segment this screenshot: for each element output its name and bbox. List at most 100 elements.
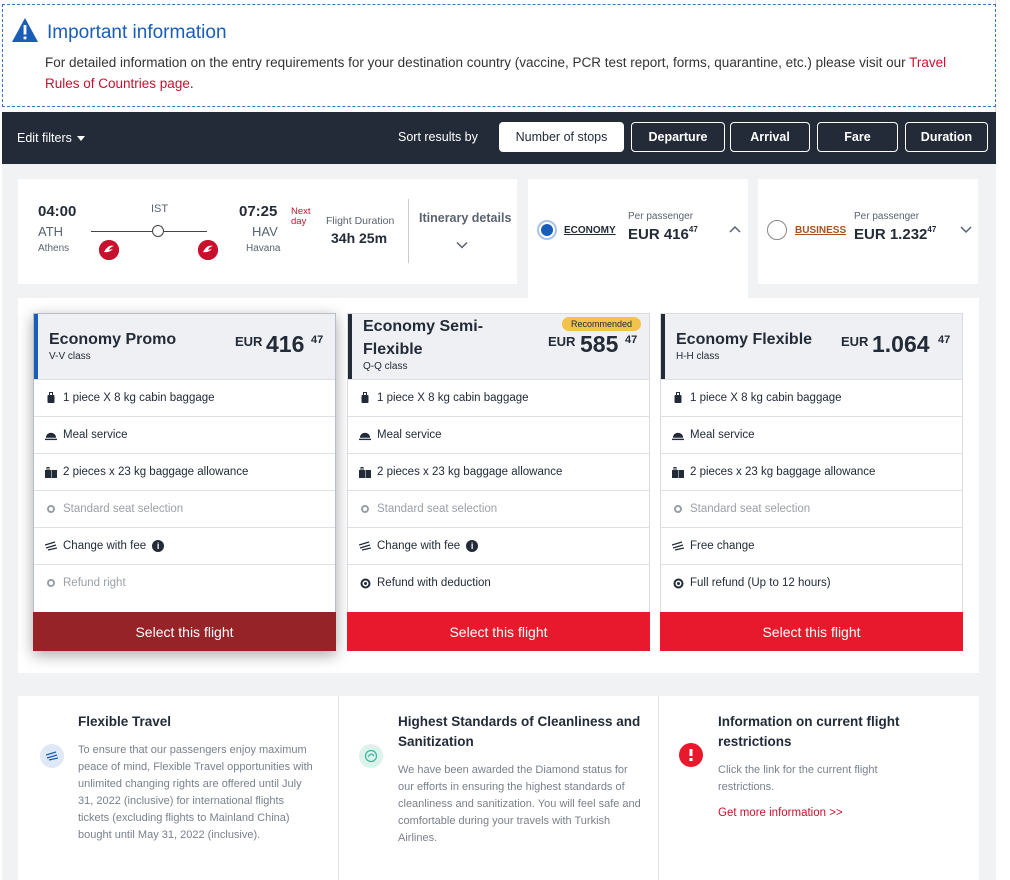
seat-icon [359, 503, 371, 515]
feature-text: 1 piece X 8 kg cabin baggage [63, 392, 215, 404]
departure-city: Athens [38, 243, 70, 254]
seat-icon [45, 503, 57, 515]
get-more-information-link[interactable]: Get more information >> [718, 807, 843, 819]
price-amount: 416 [663, 226, 689, 243]
sort-fare-button[interactable]: Fare [817, 122, 898, 152]
fare-class-code: Q-Q class [363, 361, 408, 372]
feature-text: Meal service [690, 429, 755, 441]
currency: EUR [628, 226, 660, 243]
change-icon [359, 540, 371, 552]
important-info-banner: Important information For detailed infor… [2, 4, 996, 107]
feature-text: Meal service [377, 429, 442, 441]
feature-text: Free change [690, 540, 755, 552]
caret-down-icon [76, 136, 85, 142]
chevron-down-icon[interactable] [456, 239, 468, 251]
info-text: For detailed information on the entry re… [45, 52, 980, 94]
airline-logo-icon [198, 240, 218, 260]
feature-text: Standard seat selection [63, 503, 184, 515]
meal-icon [45, 429, 57, 441]
feature-text: 2 pieces x 23 kg baggage allowance [690, 466, 876, 478]
fare-class-code: H-H class [676, 351, 720, 362]
flexible-travel-section: Flexible Travel To ensure that our passe… [18, 696, 338, 880]
fare-feature: Change with fee i [34, 527, 335, 564]
fare-header: Economy Promo V-V class EUR 416 47 [34, 314, 335, 379]
business-class-option[interactable]: BUSINESS Per passenger EUR 1.23247 [758, 179, 978, 284]
feature-text: Meal service [63, 429, 128, 441]
section-text: Click the link for the current flight re… [718, 764, 878, 793]
fare-name: Economy Semi-Flexible [363, 318, 484, 358]
fare-amount: 585 [580, 331, 619, 357]
fare-feature: 2 pieces x 23 kg baggage allowance [348, 453, 649, 490]
sort-arrival-button[interactable]: Arrival [730, 122, 810, 152]
info-icon[interactable]: i [466, 540, 479, 552]
cabin-baggage-icon [359, 392, 371, 404]
stopover-code: IST [151, 203, 169, 215]
departure-code: ATH [38, 224, 64, 239]
fare-amount: 1.064 [872, 331, 930, 357]
section-text: We have been awarded the Diamond status … [398, 764, 641, 844]
feature-text: 1 piece X 8 kg cabin baggage [377, 392, 529, 404]
baggage-icon [45, 466, 57, 478]
select-flight-button[interactable]: Select this flight [347, 612, 650, 651]
fare-feature: Standard seat selection [661, 490, 962, 527]
price-decimals: 47 [927, 225, 937, 234]
fare-feature: Standard seat selection [34, 490, 335, 527]
sort-departure-button[interactable]: Departure [631, 122, 725, 152]
fare-currency: EUR [548, 334, 576, 349]
change-icon [45, 540, 57, 552]
fare-feature: 1 piece X 8 kg cabin baggage [661, 379, 962, 416]
economy-label: ECONOMY [564, 225, 616, 236]
itinerary-details-link[interactable]: Itinerary details [419, 211, 511, 225]
departure-time: 04:00 [38, 203, 77, 220]
chevron-up-icon[interactable] [728, 223, 742, 237]
sort-number-of-stops-button[interactable]: Number of stops [499, 122, 624, 152]
feature-text: Standard seat selection [377, 503, 498, 515]
select-flight-button[interactable]: Select this flight [33, 612, 336, 651]
feature-text: Refund with deduction [377, 577, 491, 589]
feature-text: Full refund (Up to 12 hours) [690, 577, 831, 589]
business-radio[interactable] [767, 220, 787, 240]
feature-text: Refund right [63, 577, 126, 589]
section-title: Highest Standards of Cleanliness and San… [398, 714, 641, 749]
economy-radio[interactable] [537, 220, 557, 240]
fare-feature: Refund right [34, 564, 335, 601]
feature-text: Standard seat selection [690, 503, 811, 515]
feature-text: 2 pieces x 23 kg baggage allowance [63, 466, 249, 478]
stopover-dot [152, 225, 164, 237]
price-amount: 1.232 [889, 226, 928, 243]
fare-decimals: 47 [311, 334, 324, 346]
flexible-travel-icon [40, 744, 64, 768]
sort-label: Sort results by [398, 130, 478, 144]
baggage-icon [672, 466, 684, 478]
fare-feature: 2 pieces x 23 kg baggage allowance [34, 453, 335, 490]
select-flight-button[interactable]: Select this flight [660, 612, 963, 651]
fare-feature: Meal service [34, 416, 335, 453]
flight-duration-label: Flight Duration [326, 215, 395, 227]
fare-card-economy-semi-flexible: Economy Semi-Flexible Recommended Q-Q cl… [347, 313, 650, 651]
fare-class-code: V-V class [49, 351, 91, 362]
business-price: EUR 1.23247 [854, 225, 937, 243]
warning-icon [12, 18, 38, 42]
arrival-time: 07:25 [239, 203, 278, 220]
section-title: Information on current flight restrictio… [718, 714, 900, 749]
fare-feature: Refund with deduction [348, 564, 649, 601]
fare-feature: Meal service [661, 416, 962, 453]
section-text: To ensure that our passengers enjoy maxi… [78, 744, 313, 841]
sort-duration-button[interactable]: Duration [905, 122, 988, 152]
per-passenger-label: Per passenger [628, 211, 694, 222]
economy-class-option[interactable]: ECONOMY Per passenger EUR 41647 [528, 179, 748, 304]
fare-header: Economy Semi-Flexible Recommended Q-Q cl… [348, 314, 649, 379]
chevron-down-icon[interactable] [959, 222, 973, 236]
section-title: Flexible Travel [78, 714, 172, 729]
change-icon [672, 540, 684, 552]
info-icon[interactable]: i [152, 540, 165, 552]
edit-filters-button[interactable]: Edit filters [17, 131, 85, 145]
meal-icon [359, 429, 371, 441]
fare-currency: EUR [841, 334, 869, 349]
fare-card-economy-flexible: Economy Flexible H-H class EUR 1.064 47 … [660, 313, 963, 651]
meal-icon [672, 429, 684, 441]
fare-feature: Change with fee i [348, 527, 649, 564]
refund-icon [672, 577, 684, 589]
route-line [91, 231, 207, 232]
recommended-badge: Recommended [562, 317, 642, 331]
